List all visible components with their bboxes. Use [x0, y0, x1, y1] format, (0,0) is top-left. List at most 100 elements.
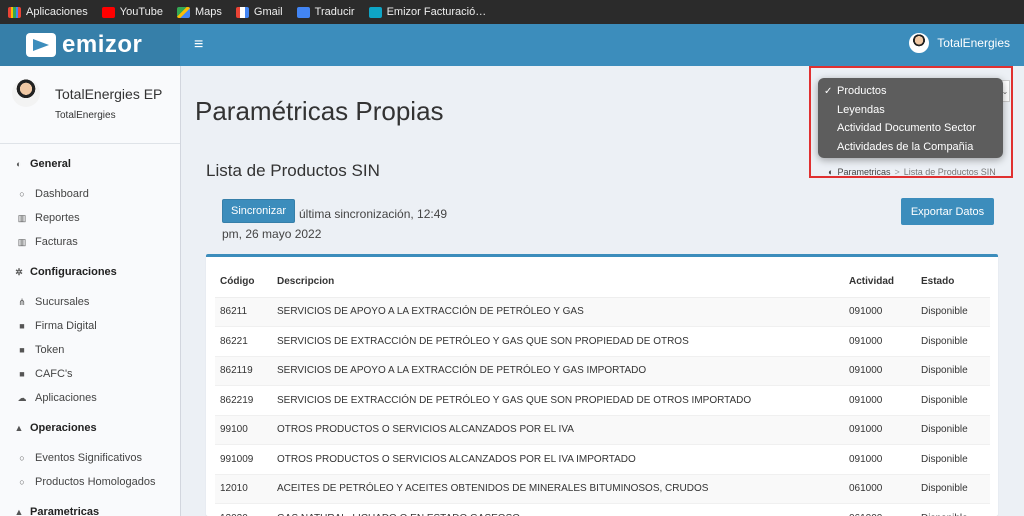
sidebar-item-facturas[interactable]: ▥ Facturas: [0, 230, 180, 254]
circle-icon: ○: [19, 477, 25, 487]
export-button[interactable]: Exportar Datos: [901, 198, 994, 225]
cell-descripcion: OTROS PRODUCTOS O SERVICIOS ALCANZADOS P…: [272, 444, 844, 474]
cell-estado: Disponible: [916, 326, 990, 356]
bookmark-gmail[interactable]: Gmail: [235, 6, 283, 18]
cell-actividad: 061000: [844, 473, 916, 504]
sidebar-item-eventos-significativos[interactable]: ○ Eventos Significativos: [0, 446, 180, 470]
table-row[interactable]: 862119 SERVICIOS DE APOYO A LA EXTRACCIÓN…: [215, 355, 990, 386]
cell-estado: Disponible: [916, 503, 990, 516]
cell-codigo: 12010: [215, 473, 272, 504]
sidebar-item-reportes[interactable]: ▥ Reportes: [0, 206, 180, 230]
table-header-row: Código Descripcion Actividad Estado: [215, 267, 990, 298]
avatar: [909, 33, 930, 53]
cell-codigo: 86221: [215, 326, 272, 356]
apps-grid-icon: [8, 6, 21, 18]
sidebar-item-productos-homologados[interactable]: ○ Productos Homologados: [0, 470, 180, 494]
emizor-logo[interactable]: emizor: [0, 24, 180, 66]
user-menu[interactable]: TotalEnergies: [909, 33, 1010, 53]
products-table: Código Descripcion Actividad Estado 8621…: [215, 267, 990, 516]
table-row[interactable]: 99100 OTROS PRODUCTOS O SERVICIOS ALCANZA…: [215, 414, 990, 445]
bar-chart-icon: ▥: [17, 236, 27, 247]
cell-actividad: 091000: [844, 385, 916, 415]
last-sync-text: última sincronización, 12:49: [299, 207, 448, 221]
cell-actividad: 091000: [844, 355, 916, 386]
sidebar-item-sucursales[interactable]: ⋔ Sucursales: [0, 290, 180, 314]
sidebar-item-aplicaciones[interactable]: ☁ Aplicaciones: [0, 386, 180, 410]
cell-estado: Disponible: [916, 385, 990, 415]
flask-icon: ▲: [14, 507, 24, 516]
bookmark-traducir[interactable]: Traducir: [296, 6, 355, 18]
column-header-codigo[interactable]: Código: [215, 267, 272, 298]
bookmarks-bar: Aplicaciones YouTube Maps Gmail Traducir…: [0, 0, 1024, 24]
circle-icon: ○: [19, 189, 25, 199]
lock-icon: ■: [19, 345, 25, 355]
lock-icon: ■: [19, 321, 25, 331]
sidebar-item-dashboard[interactable]: ○ Dashboard: [0, 182, 180, 206]
avatar: [12, 79, 40, 107]
bookmark-aplicaciones[interactable]: Aplicaciones: [8, 6, 88, 18]
cell-actividad: 091000: [844, 326, 916, 356]
annotation-highlight-box: [809, 66, 1013, 178]
page-title: Paramétricas Propias: [195, 96, 444, 126]
bookmark-youtube[interactable]: YouTube: [101, 6, 163, 18]
sidebar-header-operaciones[interactable]: ▲ Operaciones: [0, 416, 180, 440]
cell-descripcion: SERVICIOS DE APOYO A LA EXTRACCIÓN DE PE…: [272, 355, 844, 386]
user-panel: TotalEnergies EP TotalEnergies: [0, 66, 180, 144]
cell-codigo: 862119: [215, 355, 272, 386]
table-row[interactable]: 86211 SERVICIOS DE APOYO A LA EXTRACCIÓN …: [215, 296, 990, 327]
cell-codigo: 86211: [215, 296, 272, 327]
column-header-estado[interactable]: Estado: [916, 267, 990, 298]
user-panel-name: TotalEnergies EP: [55, 86, 163, 102]
gmail-icon: [235, 6, 249, 18]
circle-icon: ○: [19, 453, 25, 463]
table-row[interactable]: 12020GAS NATURAL, LICUADO O EN ESTADO GA…: [215, 503, 990, 516]
cell-codigo: 862219: [215, 385, 272, 415]
youtube-icon: [101, 6, 115, 18]
sidebar-item-firma-digital[interactable]: ■ Firma Digital: [0, 314, 180, 338]
cell-actividad: 091000: [844, 444, 916, 474]
section-title: Lista de Productos SIN: [206, 161, 380, 180]
cell-estado: Disponible: [916, 473, 990, 504]
cell-descripcion: SERVICIOS DE APOYO A LA EXTRACCIÓN DE PE…: [272, 296, 844, 327]
cell-estado: Disponible: [916, 355, 990, 386]
cell-descripcion: SERVICIOS DE EXTRACCIÓN DE PETRÓLEO Y GA…: [272, 326, 844, 356]
cloud-icon: ☁: [17, 392, 27, 403]
cell-codigo: 12020: [215, 503, 272, 516]
cell-descripcion: GAS NATURAL, LICUADO O EN ESTADO GASEOSO: [272, 503, 844, 516]
bookmark-emizor[interactable]: Emizor Facturació…: [368, 6, 486, 18]
sidebar: TotalEnergies EP TotalEnergies ◐ General …: [0, 66, 181, 516]
user-panel-org: TotalEnergies: [55, 110, 116, 121]
cell-actividad: 091000: [844, 414, 916, 445]
table-row[interactable]: 991009 OTROS PRODUCTOS O SERVICIOS ALCANZ…: [215, 444, 990, 474]
cell-estado: Disponible: [916, 296, 990, 327]
cell-estado: Disponible: [916, 414, 990, 445]
sidebar-header-general[interactable]: ◐ General: [0, 152, 180, 176]
sidebar-item-cafcs[interactable]: ■ CAFC's: [0, 362, 180, 386]
menu-toggle-icon[interactable]: ≡: [194, 36, 203, 54]
cell-estado: Disponible: [916, 444, 990, 474]
column-header-actividad[interactable]: Actividad: [844, 267, 916, 298]
sidebar-header-configuraciones[interactable]: ✲ Configuraciones: [0, 260, 180, 284]
sync-button[interactable]: Sincronizar: [222, 199, 295, 223]
cell-actividad: 091000: [844, 296, 916, 327]
user-menu-name: TotalEnergies: [937, 36, 1010, 50]
maps-icon: [177, 6, 190, 18]
products-table-box: Código Descripcion Actividad Estado 8621…: [206, 254, 998, 516]
translate-icon: [296, 6, 310, 18]
gears-icon: ✲: [15, 266, 23, 277]
column-header-descripcion[interactable]: Descripcion: [272, 267, 844, 298]
table-row[interactable]: 12010 ACEITES DE PETRÓLEO Y ACEITES OBTEN…: [215, 473, 990, 504]
sidebar-item-token[interactable]: ■ Token: [0, 338, 180, 362]
bookmark-maps[interactable]: Maps: [177, 6, 222, 18]
paper-plane-icon: [26, 33, 56, 57]
table-row[interactable]: 86221 SERVICIOS DE EXTRACCIÓN DE PETRÓLEO…: [215, 326, 990, 356]
table-row[interactable]: 862219 SERVICIOS DE EXTRACCIÓN DE PETRÓLE…: [215, 385, 990, 415]
cell-actividad: 061000: [844, 503, 916, 516]
logo-text: emizor: [62, 31, 143, 58]
sidebar-header-parametricas[interactable]: ▲ Parametricas: [0, 500, 180, 516]
cell-codigo: 99100: [215, 414, 272, 445]
cell-descripcion: ACEITES DE PETRÓLEO Y ACEITES OBTENIDOS …: [272, 473, 844, 504]
dashboard-icon: ◐: [16, 159, 22, 169]
lock-icon: ■: [19, 369, 25, 379]
cell-descripcion: SERVICIOS DE EXTRACCIÓN DE PETRÓLEO Y GA…: [272, 385, 844, 415]
